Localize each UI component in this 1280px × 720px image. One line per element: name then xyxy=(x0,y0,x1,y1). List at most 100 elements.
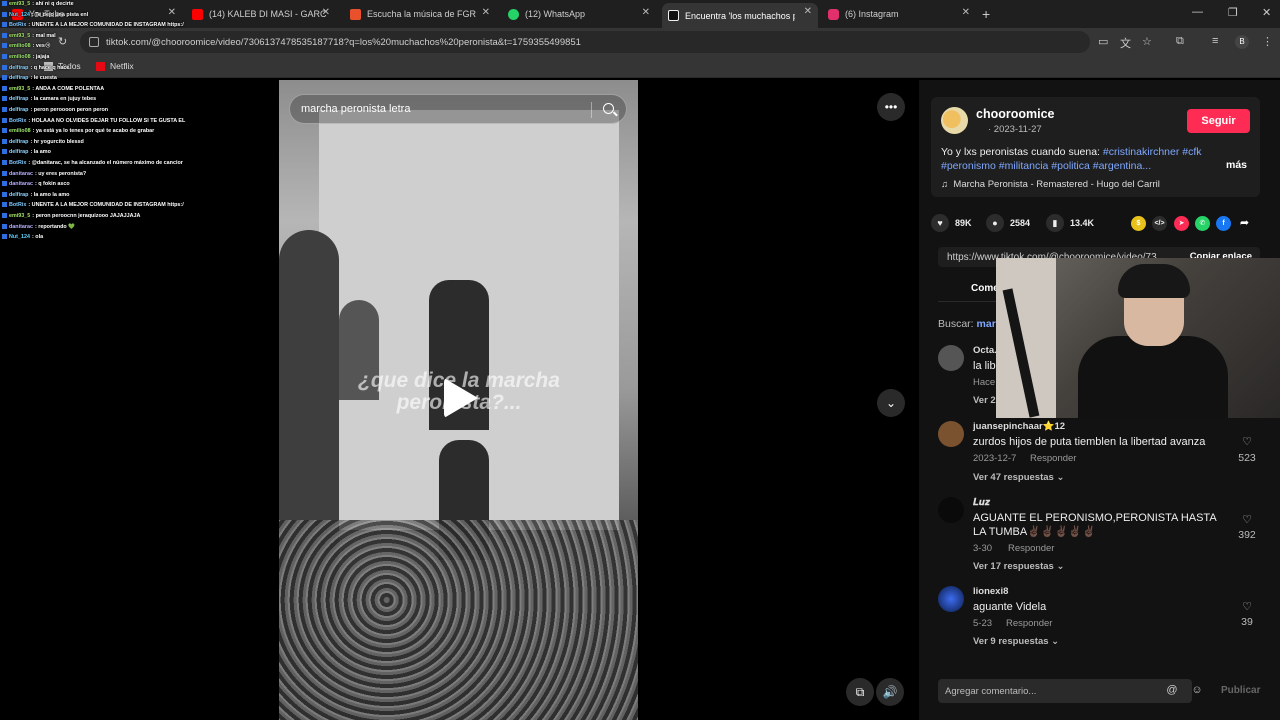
commenter-avatar[interactable] xyxy=(938,497,964,523)
video-search-input[interactable]: marcha peronista letra xyxy=(289,94,627,124)
commenter-name[interactable]: juansepinchaar⭐12 xyxy=(973,421,1065,432)
embed-icon[interactable]: </> xyxy=(1152,216,1167,231)
commenter-avatar[interactable] xyxy=(938,345,964,371)
platform-badge-icon xyxy=(2,22,7,28)
view-replies-button[interactable]: Ver 17 respuestas ⌄ xyxy=(973,561,1064,572)
chat-text: peron peroooon peron peron xyxy=(33,107,109,113)
reply-button[interactable]: Responder xyxy=(1006,618,1052,629)
pip-button[interactable]: ⧉ xyxy=(846,678,874,706)
chat-message: delfirap: la camara en jujuy tebes xyxy=(2,96,96,102)
url-field[interactable]: tiktok.com/@chooroomice/video/7306137478… xyxy=(80,31,1090,53)
comment-heart-icon[interactable]: ♡ xyxy=(1235,435,1259,448)
chat-message: Nut_124: ola xyxy=(2,234,43,240)
new-tab-button[interactable]: + xyxy=(982,6,990,22)
close-icon[interactable]: ✕ xyxy=(962,7,970,18)
tab-kaleb[interactable]: (14) KALEB DI MASI - GARC ✕ xyxy=(186,4,336,24)
search-prefix: Buscar: xyxy=(938,318,974,330)
chat-text: hr yogurcito blessd xyxy=(33,138,84,145)
chat-username: delfirap xyxy=(9,149,29,156)
tab-instagram[interactable]: (6) Instagram ✕ xyxy=(822,4,976,24)
platform-badge-icon xyxy=(2,223,7,229)
coin-icon[interactable]: $ xyxy=(1131,216,1146,231)
chat-username: emi93_5 xyxy=(9,32,31,39)
comment-button[interactable]: ● 2584 xyxy=(986,214,1030,232)
commenter-avatar[interactable] xyxy=(938,421,964,447)
comment-input[interactable]: Agregar comentario... xyxy=(938,679,1192,703)
reply-button[interactable]: Responder xyxy=(1008,543,1054,554)
tab-title: (12) WhatsApp xyxy=(525,9,586,19)
more-button[interactable]: más xyxy=(1226,159,1247,171)
facebook-icon[interactable]: f xyxy=(1216,216,1231,231)
platform-badge-icon xyxy=(2,11,7,17)
cast-icon[interactable]: ▭ xyxy=(1098,35,1108,48)
chat-text: UNENTE A LA MEJOR COMUNIDAD DE INSTAGRAM… xyxy=(31,202,184,209)
chat-username: delfirap xyxy=(9,138,29,145)
tab-music[interactable]: Escucha la música de FGR ✕ xyxy=(344,4,496,24)
translate-icon[interactable]: 文 xyxy=(1120,35,1131,51)
whatsapp-icon[interactable]: ✆ xyxy=(1195,216,1210,231)
comment-heart-icon[interactable]: ♡ xyxy=(1235,600,1259,613)
webcam-overlay xyxy=(996,258,1280,418)
chat-text: ahí ni q decirte xyxy=(35,1,74,7)
save-button[interactable]: ▮ 13.4K xyxy=(1046,214,1094,232)
platform-badge-icon xyxy=(2,202,7,208)
profile-avatar[interactable]: B xyxy=(1235,35,1249,49)
chat-message: emi93_5: ANDA A COME POLENTAA xyxy=(2,86,104,92)
chat-message: delfirap: q hace q hace xyxy=(2,65,69,71)
view-replies-button[interactable]: Ver 9 respuestas ⌄ xyxy=(973,636,1059,647)
music-link[interactable]: ♫ Marcha Peronista - Remastered - Hugo d… xyxy=(941,179,1160,190)
chat-username: delfirap xyxy=(9,75,29,82)
tab-whatsapp[interactable]: (12) WhatsApp ✕ xyxy=(502,4,656,24)
close-icon[interactable]: ✕ xyxy=(482,7,490,18)
close-icon[interactable]: ✕ xyxy=(642,7,650,18)
platform-badge-icon xyxy=(2,181,7,187)
mention-icon[interactable]: @ xyxy=(1165,683,1179,697)
share-icon[interactable]: ➦ xyxy=(1237,216,1252,231)
publish-button[interactable]: Publicar xyxy=(1221,685,1260,696)
video-player[interactable]: marcha peronista letra ¿que dice la marc… xyxy=(279,80,638,720)
close-icon[interactable]: ✕ xyxy=(322,7,330,18)
bookmark-star-icon[interactable]: ☆ xyxy=(1142,35,1152,48)
more-options-button[interactable]: ••• xyxy=(877,93,905,121)
emoji-icon[interactable]: ☺ xyxy=(1190,683,1204,697)
volume-button[interactable]: 🔊 xyxy=(876,678,904,706)
view-replies-button[interactable]: Ver 47 respuestas ⌄ xyxy=(973,472,1064,483)
media-icon[interactable]: ≡ xyxy=(1212,35,1218,47)
chat-username: BotRix xyxy=(9,202,27,209)
chat-message: emilio08: ya está ya lo tenes por qué te… xyxy=(2,128,154,134)
search-icon[interactable] xyxy=(603,103,614,114)
chat-username: delfirap xyxy=(9,191,29,198)
chat-username: BotRix xyxy=(9,160,27,166)
comment-placeholder: Agregar comentario... xyxy=(945,685,1037,697)
comment-icon: ● xyxy=(986,214,1004,232)
platform-badge-icon xyxy=(2,75,7,81)
minimize-button[interactable]: — xyxy=(1192,6,1203,18)
tiktok-icon xyxy=(668,10,679,21)
tab-tiktok[interactable]: Encuentra 'los muchachos p ✕ xyxy=(662,3,818,28)
next-video-button[interactable]: ⌄ xyxy=(877,389,905,417)
author-name[interactable]: chooroomice xyxy=(976,107,1055,121)
reply-button[interactable]: Responder xyxy=(1030,453,1076,464)
menu-icon[interactable]: ⋮ xyxy=(1262,35,1273,48)
author-avatar[interactable] xyxy=(941,107,968,134)
commenter-name[interactable]: 𝑳𝒖𝒛 xyxy=(973,497,990,508)
follow-button[interactable]: Seguir xyxy=(1187,109,1250,133)
send-icon[interactable]: ➤ xyxy=(1174,216,1189,231)
platform-badge-icon xyxy=(2,96,7,102)
heart-icon: ♥ xyxy=(931,214,949,232)
chat-username: emi93_5 xyxy=(9,1,31,7)
play-icon[interactable] xyxy=(444,378,478,418)
close-window-button[interactable]: ✕ xyxy=(1262,6,1271,19)
platform-badge-icon xyxy=(2,85,7,91)
like-button[interactable]: ♥ 89K xyxy=(931,214,972,232)
maximize-button[interactable]: ❐ xyxy=(1228,6,1238,19)
commenter-avatar[interactable] xyxy=(938,586,964,612)
chat-text: la amo la amo xyxy=(33,191,70,198)
comment-like-count: 523 xyxy=(1238,452,1256,464)
close-icon[interactable]: ✕ xyxy=(804,6,812,17)
chat-message: delfirap: la amo la amo xyxy=(2,192,69,198)
comment-heart-icon[interactable]: ♡ xyxy=(1235,513,1259,526)
commenter-name[interactable]: lionexi8 xyxy=(973,586,1008,597)
chat-message: emilio08: jajaja xyxy=(2,54,49,60)
extensions-icon[interactable]: ⧉ xyxy=(1176,35,1184,48)
